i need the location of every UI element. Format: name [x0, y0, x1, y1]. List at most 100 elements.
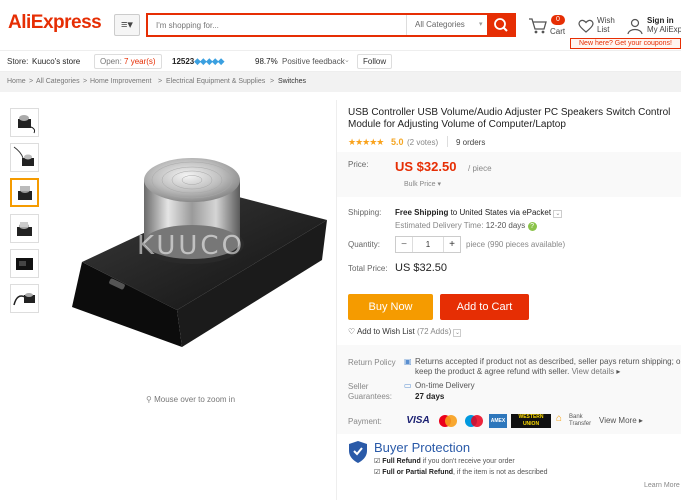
add-to-cart-button[interactable]: Add to Cart: [440, 294, 529, 320]
search-button[interactable]: [487, 13, 516, 37]
product-price: US $32.50: [395, 159, 457, 174]
return-check-icon: ▣: [404, 357, 412, 366]
shipping-method[interactable]: via ePacket: [510, 208, 551, 217]
zoom-hint: ⚲ Mouse over to zoom in: [146, 395, 235, 404]
user-icon: [627, 18, 643, 35]
breadcrumb-separator: >: [158, 78, 163, 85]
bulk-price-label: Bulk Price: [404, 181, 436, 188]
store-name-link[interactable]: Kuuco's store: [32, 57, 80, 66]
wishlist-button[interactable]: Wish List: [577, 14, 617, 38]
shipping-label: Shipping:: [348, 208, 382, 217]
search-bar: All Categories ▾: [146, 13, 487, 37]
store-open-years: 7 year(s): [124, 57, 156, 66]
maestro-icon: [463, 414, 485, 428]
wishlist-label-line2: List: [597, 25, 610, 34]
signin-label-line1: Sign in: [647, 16, 674, 25]
quantity-decrease-button[interactable]: −: [396, 237, 412, 252]
cart-button[interactable]: 0 Cart: [527, 14, 567, 38]
wishlist-count: (72 Adds): [417, 327, 452, 336]
shipping-country[interactable]: United States: [459, 208, 507, 217]
product-thumbnail-image: [18, 115, 36, 134]
signin-label: Sign in My AliExp: [647, 16, 681, 34]
quantity-increase-button[interactable]: +: [444, 237, 460, 252]
store-bar: Store: Kuuco's store Open: 7 year(s) 125…: [0, 50, 681, 72]
breadcrumb-home[interactable]: Home: [7, 78, 26, 85]
return-policy-line1: Returns accepted if product not as descr…: [415, 357, 681, 366]
delivery-time-value: 12-20 days: [485, 221, 526, 230]
chevron-down-icon: ⌄: [453, 329, 462, 337]
seller-guarantees-label-line2: Guarantees:: [348, 392, 393, 401]
delivery-time-label: Estimated Delivery Time:: [395, 221, 484, 230]
price-box: [337, 152, 681, 197]
zoom-hint-text: Mouse over to zoom in: [154, 395, 236, 404]
categories-menu-button[interactable]: ≡▾: [114, 14, 140, 36]
available-stock: piece (990 pieces available): [466, 240, 566, 249]
bulk-price-dropdown[interactable]: Bulk Price ▾: [404, 180, 441, 188]
ontime-delivery-label: On-time Delivery: [415, 381, 475, 390]
buyer-protection-line2-bold: Full or Partial Refund: [382, 469, 454, 476]
learn-more-link[interactable]: Learn More: [644, 482, 680, 489]
western-union-icon: WESTERN UNION: [511, 414, 551, 428]
quantity-input[interactable]: 1: [412, 237, 444, 252]
breadcrumb-separator: >: [29, 78, 34, 85]
view-details-link[interactable]: View details: [572, 367, 615, 376]
breadcrumb-separator: >: [270, 78, 275, 85]
shipping-info: Free Shipping to United States via ePack…: [395, 208, 563, 218]
chevron-right-icon: ▸: [638, 416, 643, 425]
heart-icon: [578, 19, 594, 33]
delivery-time: Estimated Delivery Time: 12-20 days ?: [395, 221, 537, 231]
buy-now-button[interactable]: Buy Now: [348, 294, 433, 320]
quantity-label: Quantity:: [348, 240, 381, 249]
breadcrumb-all-categories[interactable]: All Categories: [36, 78, 80, 85]
feedback-label[interactable]: Positive feedback: [282, 57, 345, 66]
magnifier-icon: ⚲: [146, 395, 155, 404]
breadcrumb-switches[interactable]: Switches: [278, 78, 306, 85]
product-thumbnail-image: [18, 186, 32, 200]
thumbnail-4[interactable]: [10, 214, 39, 243]
rating-votes-link[interactable]: (2 votes): [407, 138, 438, 147]
follow-store-button[interactable]: Follow: [357, 54, 393, 69]
buyer-protection-line2-rest: , if the item is not as described: [453, 469, 548, 476]
add-to-wishlist-link[interactable]: ♡ Add to Wish List (72 Adds) ⌄: [348, 327, 462, 337]
chevron-down-icon: ▾: [479, 21, 483, 28]
wishlist-label: Wish List: [597, 16, 615, 34]
search-input[interactable]: [148, 15, 406, 35]
category-select[interactable]: All Categories ▾: [406, 15, 489, 35]
usb-volume-controller-image: KUUCO: [72, 158, 327, 347]
return-policy-line2-text: keep the product & agree refund with sel…: [415, 367, 570, 376]
shipping-dropdown-icon[interactable]: ⌄: [553, 210, 563, 218]
thumbnail-5[interactable]: [10, 249, 39, 278]
signin-button[interactable]: Sign in My AliExp: [626, 14, 681, 38]
heart-icon: ♡: [348, 327, 356, 336]
product-thumbnail-image: [13, 293, 35, 306]
cart-label: Cart: [550, 27, 566, 36]
return-policy-line2: keep the product & agree refund with sel…: [415, 367, 620, 376]
thumbnail-1[interactable]: [10, 108, 39, 137]
store-diamond-icons: ◆◆◆◆◆: [194, 56, 225, 66]
thumbnail-6[interactable]: [10, 284, 39, 313]
breadcrumb-separator: >: [83, 78, 88, 85]
visa-icon: VISA: [406, 415, 430, 426]
store-label: Store:: [7, 57, 29, 66]
chevron-down-icon: ▾: [437, 181, 441, 188]
breadcrumb-electrical[interactable]: Electrical Equipment & Supplies: [166, 78, 265, 85]
view-more-label: View More: [599, 416, 637, 425]
search-icon: [494, 18, 508, 32]
bank-transfer-label: Bank Transfer: [569, 414, 592, 427]
aliexpress-logo[interactable]: AliExpress: [8, 12, 102, 34]
thumbnail-3[interactable]: [10, 178, 39, 207]
breadcrumb-home-improvement[interactable]: Home Improvement: [90, 78, 151, 85]
help-icon[interactable]: ?: [527, 222, 537, 231]
buyer-protection-shield-icon: [349, 441, 367, 463]
view-more-payments-link[interactable]: View More ▸: [599, 416, 643, 425]
star-rating-icon: ★★★★★: [348, 137, 384, 147]
cart-count-badge: 0: [551, 15, 565, 25]
wishlist-link-label: Add to Wish List: [356, 327, 415, 336]
buyer-protection-line2: ☑ Full or Partial Refund, if the item is…: [374, 468, 548, 476]
chevron-down-icon: ⌄: [344, 57, 350, 64]
main-product-image[interactable]: KUUCO: [52, 102, 332, 382]
chevron-right-icon: ▸: [616, 367, 621, 376]
coupon-promo-link[interactable]: New here? Get your coupons!: [570, 38, 681, 49]
total-price-label: Total Price:: [348, 264, 388, 273]
thumbnail-2[interactable]: [10, 143, 39, 172]
